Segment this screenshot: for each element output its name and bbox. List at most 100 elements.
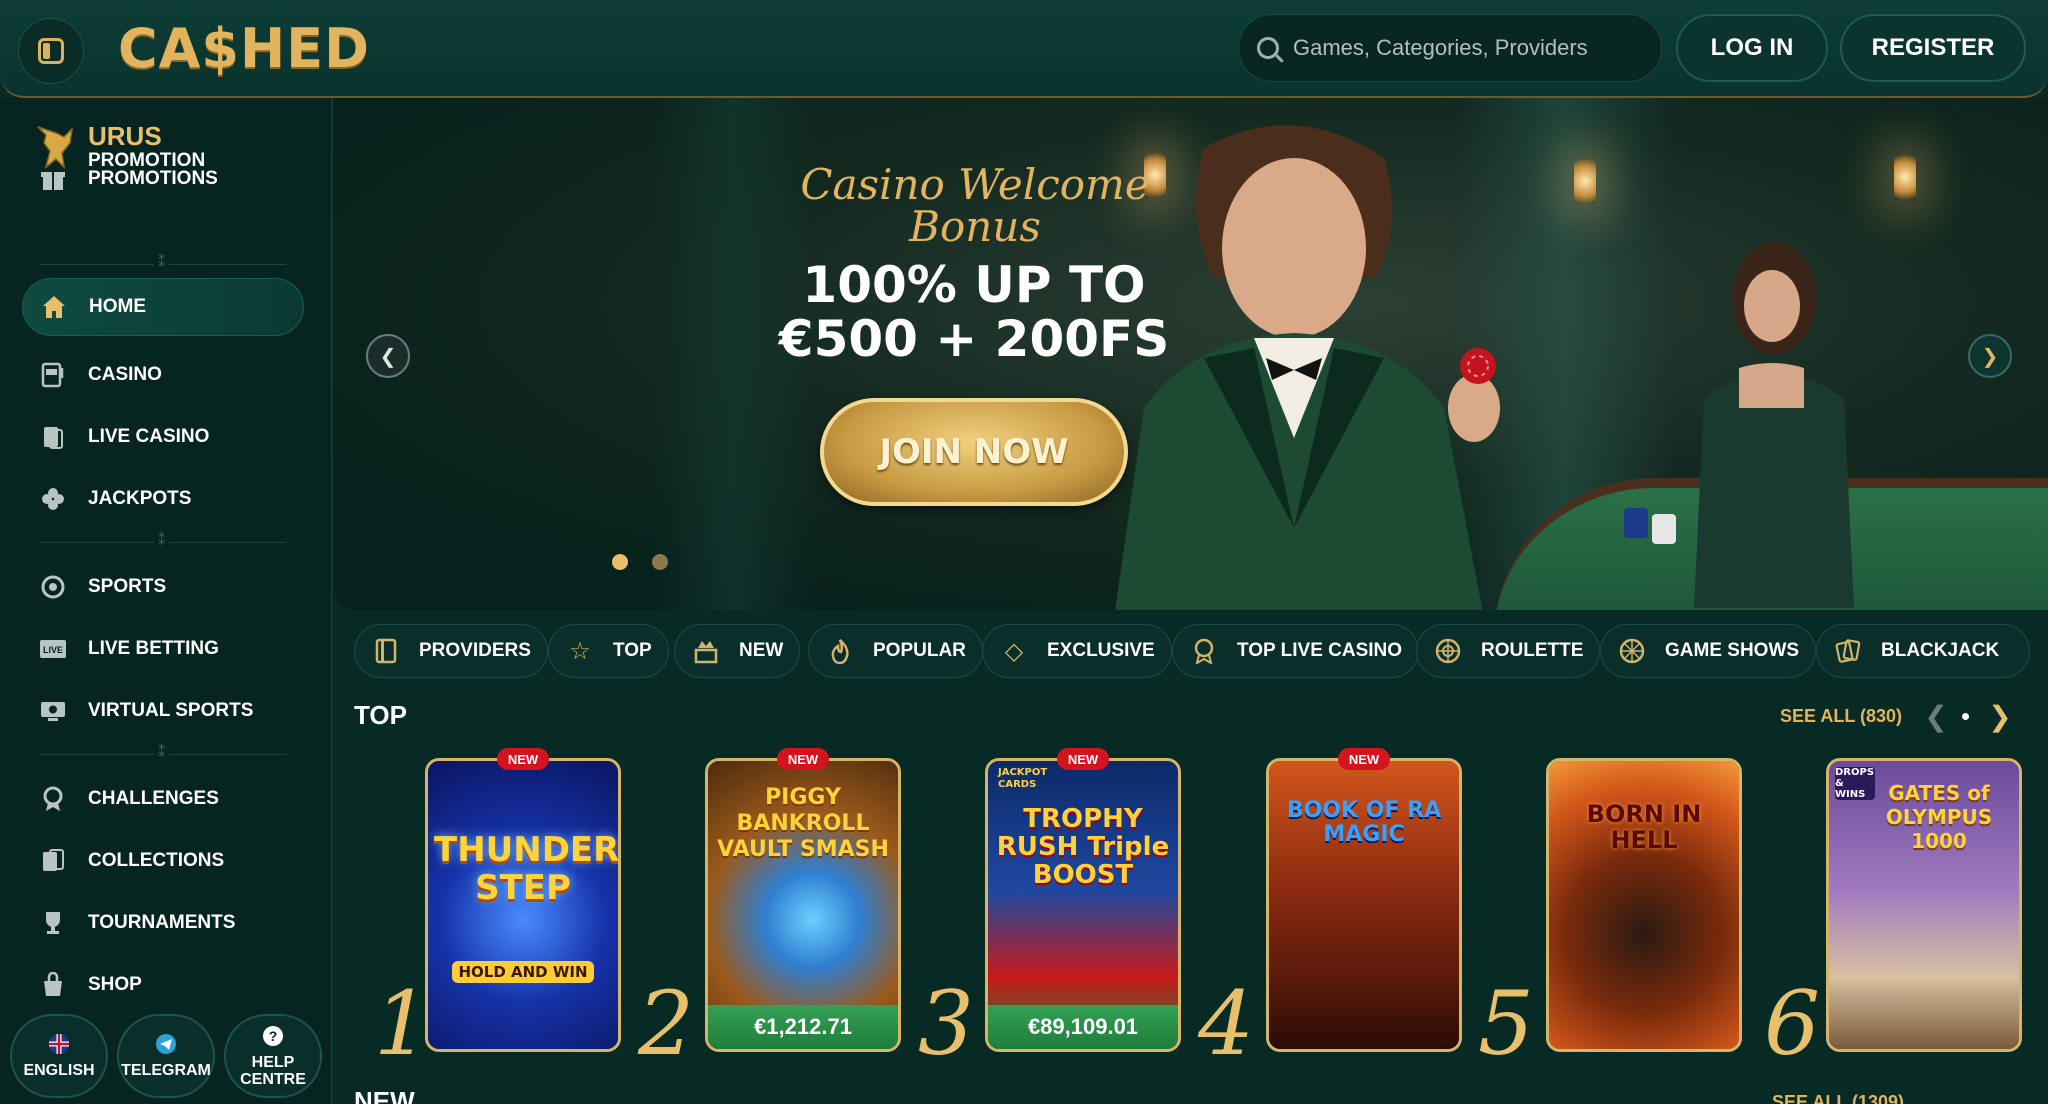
top-next-button[interactable]: ❯ xyxy=(1982,698,2018,734)
collection-cards-icon xyxy=(38,847,68,875)
sidebar-item-collections[interactable]: COLLECTIONS xyxy=(22,832,304,890)
join-now-button[interactable]: JOIN NOW xyxy=(820,398,1128,506)
sidebar-item-tournaments[interactable]: TOURNAMENTS xyxy=(22,894,304,952)
register-button[interactable]: REGISTER xyxy=(1840,14,2026,82)
category-bar: PROVIDERS ☆ TOP NEW POPULAR ◇ EXCLUSIVE … xyxy=(354,624,2044,678)
see-all-new-link[interactable]: SEE ALL (1309) xyxy=(1772,1092,1904,1104)
hero-offer-line2: €500 + 200FS xyxy=(778,310,1170,368)
rank-number: 6 xyxy=(1764,972,1820,1075)
carousel-next-button[interactable]: ❯ xyxy=(1968,334,2012,378)
sidebar-item-label: TOURNAMENTS xyxy=(88,912,236,933)
new-badge: NEW xyxy=(497,748,549,770)
promo-title: URUS xyxy=(88,121,162,151)
sidebar-item-label: SHOP xyxy=(88,974,142,995)
carousel-dot-active[interactable] xyxy=(612,554,628,570)
wall-lamp xyxy=(1894,154,1916,200)
game-thumbnail[interactable]: DROPS & WINS GATES of OLYMPUS 1000 xyxy=(1826,758,2022,1052)
game-thumbnail[interactable]: THUNDER STEP HOLD AND WIN xyxy=(425,758,621,1052)
game-card[interactable]: NEW PIGGY BANKROLL VAULT SMASH €1,212.71 xyxy=(705,748,905,1054)
trophy-icon xyxy=(38,909,68,937)
help-centre-button[interactable]: ? HELP CENTRE xyxy=(224,1014,322,1098)
sidebar-item-label: LIVE CASINO xyxy=(88,426,210,447)
hero-banner[interactable]: Casino Welcome Bonus 100% UP TO €500 + 2… xyxy=(334,98,2048,610)
category-top-live-casino[interactable]: TOP LIVE CASINO xyxy=(1172,624,1420,678)
rank-number: 5 xyxy=(1478,972,1534,1075)
category-top[interactable]: ☆ TOP xyxy=(548,624,669,678)
carousel-prev-button[interactable]: ❮ xyxy=(366,334,410,378)
category-label: POPULAR xyxy=(873,640,966,661)
see-all-top-link[interactable]: SEE ALL (830) xyxy=(1780,706,1902,727)
new-badge: NEW xyxy=(1057,748,1109,770)
game-subtitle: JACKPOT CARDS xyxy=(998,767,1048,790)
category-label: TOP LIVE CASINO xyxy=(1237,640,1403,661)
live-cards-icon xyxy=(38,423,68,451)
site-logo[interactable]: CA$HED xyxy=(118,16,370,82)
sidebar-item-home[interactable]: HOME xyxy=(22,278,304,336)
medal-icon xyxy=(1189,636,1219,666)
sidebar-panel-icon xyxy=(38,38,64,64)
category-game-shows[interactable]: GAME SHOWS xyxy=(1600,624,1817,678)
sidebar-item-live-betting[interactable]: LIVE LIVE BETTING xyxy=(22,620,304,678)
game-card[interactable]: NEW THUNDER STEP HOLD AND WIN xyxy=(425,748,625,1054)
sidebar-item-sports[interactable]: SPORTS xyxy=(22,558,304,616)
hero-offer-line1: 100% UP TO xyxy=(802,256,1146,314)
section-title-new: NEW xyxy=(354,1086,415,1104)
wheel-icon xyxy=(1617,636,1647,666)
sidebar-item-jackpots[interactable]: JACKPOTS xyxy=(22,470,304,528)
category-new[interactable]: NEW xyxy=(674,624,801,678)
shopping-bag-icon xyxy=(38,971,68,999)
sidebar-item-label: SPORTS xyxy=(88,576,167,597)
search-input[interactable] xyxy=(1293,35,1633,61)
sidebar-item-label: JACKPOTS xyxy=(88,488,192,509)
sidebar-item-label: PROMOTIONS xyxy=(88,168,218,189)
sidebar-item-live-casino[interactable]: LIVE CASINO xyxy=(22,408,304,466)
category-exclusive[interactable]: ◇ EXCLUSIVE xyxy=(982,624,1172,678)
category-label: BLACKJACK xyxy=(1881,640,2000,661)
sidebar-divider xyxy=(40,532,286,549)
sidebar-item-challenges[interactable]: CHALLENGES xyxy=(22,770,304,828)
book-icon xyxy=(371,636,401,666)
sidebar-item-promotions[interactable]: PROMOTIONS xyxy=(22,150,304,208)
sidebar-toggle-button[interactable] xyxy=(18,18,84,84)
sidebar: URUS PROMOTION PROMOTIONS HOME CASINO LI… xyxy=(0,98,332,1104)
rank-number: 3 xyxy=(918,972,974,1075)
game-title: BOOK OF RA MAGIC xyxy=(1286,798,1442,847)
jackpot-amount: €89,109.01 xyxy=(988,1005,1178,1049)
home-icon xyxy=(39,293,69,321)
sidebar-item-casino[interactable]: CASINO xyxy=(22,346,304,404)
game-card[interactable]: BORN IN HELL xyxy=(1546,758,1746,1054)
language-button[interactable]: ENGLISH xyxy=(10,1014,108,1098)
top-prev-button[interactable]: ❮ xyxy=(1918,698,1954,734)
game-thumbnail[interactable]: JACKPOT CARDS TROPHY RUSH Triple BOOST €… xyxy=(985,758,1181,1052)
chevron-left-icon: ❮ xyxy=(1924,700,1948,732)
woman-figure-image xyxy=(1694,242,1854,608)
challenge-badge-icon xyxy=(38,785,68,813)
sidebar-item-label: CASINO xyxy=(88,364,162,385)
sidebar-item-virtual-sports[interactable]: VIRTUAL SPORTS xyxy=(22,682,304,740)
game-thumbnail[interactable]: PIGGY BANKROLL VAULT SMASH €1,212.71 xyxy=(705,758,901,1052)
search-bar[interactable] xyxy=(1238,14,1662,82)
game-card[interactable]: NEW BOOK OF RA MAGIC xyxy=(1266,748,1466,1054)
rank-number: 1 xyxy=(374,972,430,1075)
game-card[interactable]: DROPS & WINS GATES of OLYMPUS 1000 xyxy=(1826,758,2026,1054)
game-thumbnail[interactable]: BORN IN HELL xyxy=(1546,758,1742,1052)
sidebar-item-shop[interactable]: SHOP xyxy=(22,956,304,1014)
virtual-screen-icon xyxy=(38,697,68,725)
login-button[interactable]: LOG IN xyxy=(1676,14,1828,82)
category-providers[interactable]: PROVIDERS xyxy=(354,624,548,678)
help-label-line2: CENTRE xyxy=(240,1070,306,1088)
game-card[interactable]: NEW JACKPOT CARDS TROPHY RUSH Triple BOO… xyxy=(985,748,1185,1054)
category-roulette[interactable]: ROULETTE xyxy=(1416,624,1601,678)
carousel-dot[interactable] xyxy=(652,554,668,570)
telegram-button[interactable]: TELEGRAM xyxy=(117,1014,215,1098)
chip-stack xyxy=(1652,514,1676,544)
game-thumbnail[interactable]: BOOK OF RA MAGIC xyxy=(1266,758,1462,1052)
search-icon xyxy=(1257,37,1279,59)
slot-machine-icon xyxy=(38,361,68,389)
category-blackjack[interactable]: BLACKJACK xyxy=(1816,624,2031,678)
category-popular[interactable]: POPULAR xyxy=(808,624,983,678)
language-label: ENGLISH xyxy=(23,1062,95,1079)
rank-number: 4 xyxy=(1198,972,1254,1075)
chevron-right-icon: ❯ xyxy=(1988,700,2012,732)
category-label: PROVIDERS xyxy=(419,640,531,661)
